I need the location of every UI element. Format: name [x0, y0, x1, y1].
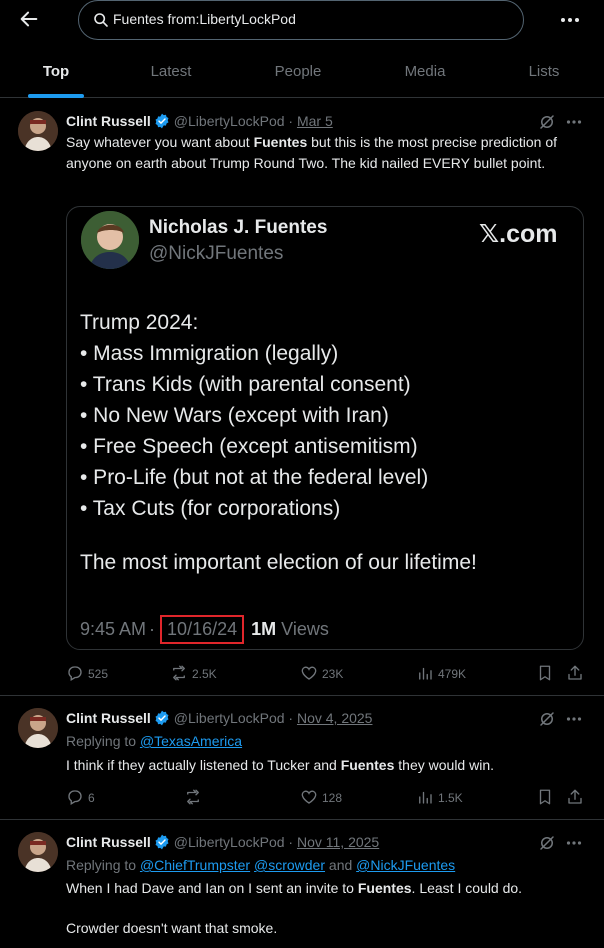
share-icon	[568, 665, 582, 680]
more-icon[interactable]	[566, 835, 582, 851]
tweet-text: Crowder doesn't want that smoke.	[66, 920, 278, 936]
heart-icon	[301, 790, 317, 804]
author-handle[interactable]: @LibertyLockPod	[174, 834, 285, 850]
card-line: • Free Speech (except antisemitism)	[80, 435, 418, 458]
share-button[interactable]	[566, 788, 588, 808]
reply-icon	[68, 790, 82, 805]
verified-badge-icon	[155, 710, 169, 726]
author-name[interactable]: Clint Russell	[66, 710, 151, 726]
tweet-text: When I had Dave and Ian on I sent an inv…	[66, 880, 523, 896]
x-logo: 𝕏.com	[479, 220, 558, 248]
back-arrow-icon[interactable]	[18, 8, 40, 30]
card-author-name: Nicholas J. Fuentes	[149, 217, 328, 238]
heart-icon	[301, 666, 317, 680]
repost-button[interactable]: 2.5K	[170, 664, 217, 684]
tweet-header: Clint Russell @LibertyLockPod · Nov 4, 20…	[66, 710, 372, 728]
analytics-icon	[419, 667, 432, 680]
card-line: • Trans Kids (with parental consent)	[80, 373, 411, 396]
avatar[interactable]	[18, 111, 58, 151]
card-body: Trump 2024: • Mass Immigration (legally)…	[80, 307, 570, 524]
bookmark-button[interactable]	[536, 788, 558, 808]
search-icon	[94, 13, 108, 27]
reply-to-link[interactable]: @NickJFuentes	[356, 857, 455, 873]
card-views-count: 1M	[251, 619, 277, 639]
analytics-icon	[419, 791, 432, 804]
repost-button[interactable]	[184, 788, 206, 808]
card-closing-line: The most important election of our lifet…	[80, 551, 477, 574]
share-button[interactable]	[566, 664, 588, 684]
active-tab-indicator	[28, 94, 84, 98]
search-query: Fuentes from:LibertyLockPod	[113, 11, 296, 27]
search-tabs: Top Latest People Media Lists	[0, 50, 604, 98]
author-handle[interactable]: @LibertyLockPod	[174, 710, 285, 726]
tweet[interactable]: Clint Russell @LibertyLockPod · Nov 4, 20…	[0, 696, 604, 820]
views-button[interactable]: 1.5K	[416, 788, 463, 808]
search-input[interactable]: Fuentes from:LibertyLockPod	[78, 0, 524, 40]
repost-icon	[173, 665, 185, 681]
author-handle[interactable]: @LibertyLockPod	[174, 113, 285, 129]
tab-lists[interactable]: Lists	[484, 50, 604, 98]
card-avatar	[81, 211, 139, 269]
verified-badge-icon	[155, 113, 169, 129]
views-button[interactable]: 479K	[416, 664, 466, 684]
reply-to-link[interactable]: @ChiefTrumpster	[140, 857, 250, 873]
reply-icon	[68, 666, 82, 681]
card-line: • Pro-Life (but not at the federal level…	[80, 466, 429, 489]
avatar[interactable]	[18, 832, 58, 872]
like-button[interactable]: 23K	[300, 664, 343, 684]
more-icon[interactable]	[566, 711, 582, 727]
card-author-handle: @NickJFuentes	[149, 243, 284, 264]
quoted-post-card[interactable]: Nicholas J. Fuentes @NickJFuentes 𝕏.com …	[66, 206, 584, 650]
author-name[interactable]: Clint Russell	[66, 834, 151, 850]
tweet-header: Clint Russell @LibertyLockPod · Mar 5	[66, 113, 333, 131]
reply-to-link[interactable]: @TexasAmerica	[140, 733, 242, 749]
repost-icon	[187, 789, 199, 805]
reply-button[interactable]: 525	[66, 664, 108, 684]
separator: ·	[288, 113, 294, 129]
grok-icon[interactable]	[538, 113, 556, 131]
tweet-date[interactable]: Nov 4, 2025	[297, 710, 373, 726]
more-icon[interactable]	[566, 114, 582, 130]
card-line: • Mass Immigration (legally)	[80, 342, 339, 365]
action-bar: 6 128 1.5K	[66, 788, 586, 808]
tweet-date[interactable]: Mar 5	[297, 113, 333, 129]
reply-to-link[interactable]: @scrowder	[254, 857, 325, 873]
bookmark-icon	[539, 789, 551, 805]
tab-media[interactable]: Media	[366, 50, 484, 98]
card-line: Trump 2024:	[80, 311, 199, 334]
highlighted-date: 10/16/24	[160, 615, 245, 644]
tab-latest[interactable]: Latest	[112, 50, 230, 98]
tweet[interactable]: Clint Russell @LibertyLockPod · Mar 5 Say…	[0, 99, 604, 696]
card-meta: 9:45 AM · 10/16/24 1M Views	[80, 615, 329, 644]
separator: ·	[288, 710, 294, 726]
action-bar: 525 2.5K 23K 479K	[66, 664, 586, 684]
tab-people[interactable]: People	[230, 50, 366, 98]
more-options-icon[interactable]	[560, 12, 580, 28]
replying-to: Replying to @ChiefTrumpster @scrowder an…	[66, 857, 456, 873]
grok-icon[interactable]	[538, 834, 556, 852]
card-views-label: Views	[281, 619, 329, 639]
top-bar: Fuentes from:LibertyLockPod	[0, 0, 604, 42]
tweet[interactable]: Clint Russell @LibertyLockPod · Nov 11, 2…	[0, 820, 604, 948]
bookmark-button[interactable]	[536, 664, 558, 684]
verified-badge-icon	[155, 834, 169, 850]
tweet-date[interactable]: Nov 11, 2025	[297, 834, 379, 850]
bookmark-icon	[539, 665, 551, 681]
avatar[interactable]	[18, 708, 58, 748]
share-icon	[568, 789, 582, 804]
card-line: • Tax Cuts (for corporations)	[80, 497, 341, 520]
card-time: 9:45 AM	[80, 619, 147, 639]
tab-top[interactable]: Top	[0, 50, 112, 98]
tweet-text: I think if they actually listened to Tuc…	[66, 757, 494, 773]
author-name[interactable]: Clint Russell	[66, 113, 151, 129]
replying-to: Replying to @TexasAmerica	[66, 733, 243, 749]
card-line: • No New Wars (except with Iran)	[80, 404, 389, 427]
grok-icon[interactable]	[538, 710, 556, 728]
tweet-text: Say whatever you want about Fuentes but …	[66, 134, 558, 171]
like-button[interactable]: 128	[300, 788, 342, 808]
tweet-header: Clint Russell @LibertyLockPod · Nov 11, 2…	[66, 834, 379, 852]
reply-button[interactable]: 6	[66, 788, 95, 808]
separator: ·	[288, 834, 294, 850]
